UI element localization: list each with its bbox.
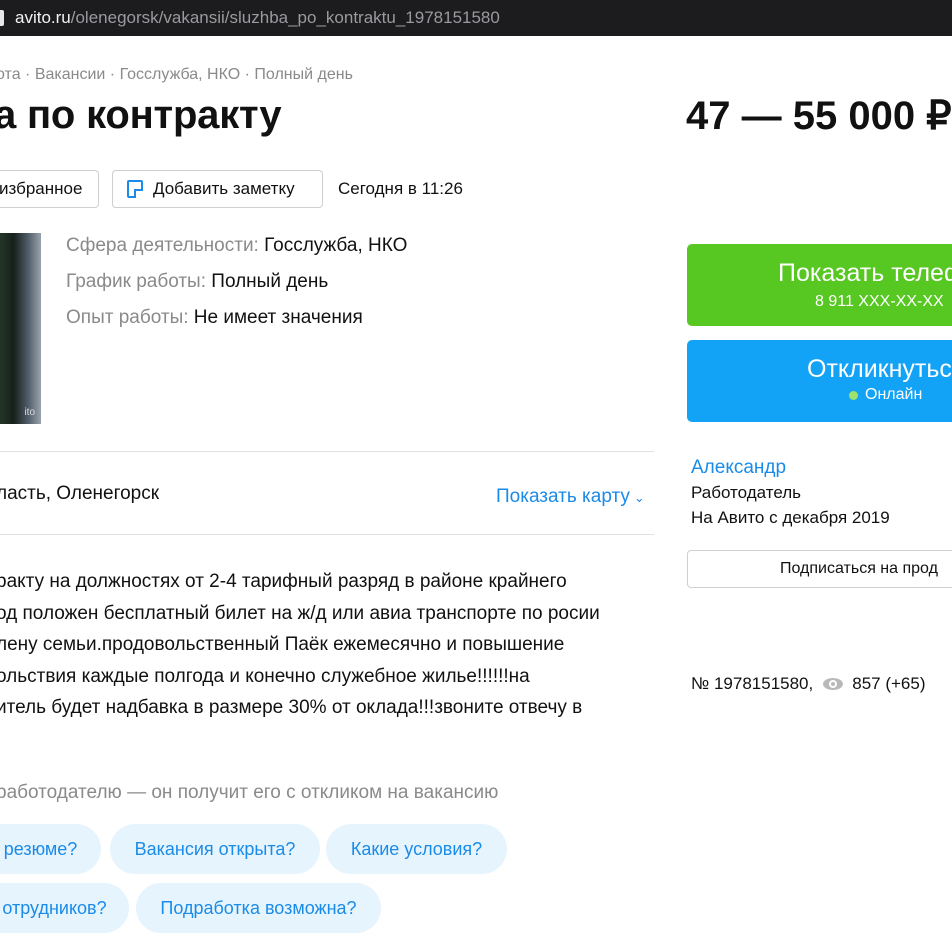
- param-label: Опыт работы:: [66, 307, 189, 328]
- question-chip-vacancy-open[interactable]: Вакансия открыта?: [110, 824, 320, 874]
- seller-role: Работодатель: [691, 483, 801, 502]
- param-label: График работы:: [66, 271, 206, 292]
- add-note-button[interactable]: Добавить заметку: [112, 170, 323, 208]
- show-map-label: Показать карту: [496, 486, 630, 507]
- chevron-down-icon: ⌄: [633, 490, 645, 505]
- subscribe-seller-button[interactable]: Подписаться на прод: [687, 550, 952, 588]
- url-domain: avito.ru: [15, 8, 71, 27]
- add-note-label: Добавить заметку: [153, 179, 295, 198]
- param-sphere: Сфера деятельности: Госслужба, НКО: [66, 235, 407, 257]
- add-to-favorites-button[interactable]: избранное: [0, 170, 99, 208]
- browser-address-bar[interactable]: avito.ru/olenegorsk/vakansii/sluzhba_po_…: [0, 0, 952, 36]
- param-label: Сфера деятельности:: [66, 235, 259, 256]
- vacancy-photo[interactable]: [0, 233, 41, 424]
- address: ласть, Оленегорск: [0, 483, 160, 504]
- reply-button[interactable]: Откликнуться Онлайн: [687, 340, 952, 422]
- divider: [0, 534, 654, 535]
- show-phone-label: Показать телеф: [778, 259, 952, 287]
- url-path: /olenegorsk/vakansii/sluzhba_po_kontrakt…: [70, 8, 500, 27]
- eye-icon: [823, 678, 844, 690]
- description-line: лену семьи.продовольственный Паёк ежемес…: [0, 634, 565, 655]
- seller-name-link[interactable]: Александр: [691, 457, 786, 479]
- divider: [0, 451, 654, 452]
- ad-number: № 1978151580,: [691, 674, 814, 693]
- salary-price: 47 — 55 000 ₽: [686, 94, 952, 138]
- question-chip-conditions[interactable]: Какие условия?: [326, 824, 507, 874]
- online-dot-icon: [849, 390, 858, 400]
- param-value: Госслужба, НКО: [264, 235, 408, 256]
- param-value: Не имеет значения: [193, 307, 363, 328]
- show-phone-button[interactable]: Показать телеф 8 911 XXX-XX-XX: [687, 244, 952, 326]
- param-value: Полный день: [211, 271, 329, 292]
- phone-number-mask: 8 911 XXX-XX-XX: [815, 293, 944, 310]
- lock-icon: [0, 10, 4, 26]
- ad-meta: № 1978151580, 857 (+65): [691, 674, 925, 694]
- ask-employer-hint: работодателю — он получит его с откликом…: [0, 782, 499, 803]
- param-experience: Опыт работы: Не имеет значения: [66, 307, 363, 329]
- note-icon: [127, 180, 143, 198]
- vacancy-description: ракту на должностях от 2-4 тарифный разр…: [0, 566, 656, 724]
- breadcrumb[interactable]: ота · Вакансии · Госслужба, НКО · Полный…: [0, 66, 353, 84]
- publish-date: Сегодня в 11:26: [338, 179, 463, 198]
- question-chip-employees[interactable]: отрудников?: [0, 883, 129, 933]
- param-schedule: График работы: Полный день: [66, 271, 328, 293]
- question-chip-resume[interactable]: резюме?: [0, 824, 101, 874]
- favorites-label: избранное: [0, 179, 83, 198]
- description-line: ракту на должностях от 2-4 тарифный разр…: [0, 571, 567, 592]
- show-map-link[interactable]: Показать карту ⌄: [496, 486, 645, 508]
- seller-since: На Авито с декабря 2019: [691, 508, 890, 527]
- view-count: 857 (+65): [852, 674, 926, 693]
- description-line: од положен бесплатный билет на ж/д или а…: [0, 602, 600, 624]
- page-title: а по контракту: [0, 93, 282, 137]
- reply-label: Откликнуться: [807, 355, 952, 383]
- subscribe-label: Подписаться на прод: [780, 560, 938, 577]
- online-status: Онлайн: [849, 386, 922, 404]
- question-chip-part-time[interactable]: Подработка возможна?: [136, 883, 381, 933]
- description-line: итель будет надбавка в размере 30% от ок…: [0, 697, 583, 718]
- online-label: Онлайн: [865, 386, 923, 403]
- description-line: ольствия каждые полгода и конечно служеб…: [0, 665, 530, 687]
